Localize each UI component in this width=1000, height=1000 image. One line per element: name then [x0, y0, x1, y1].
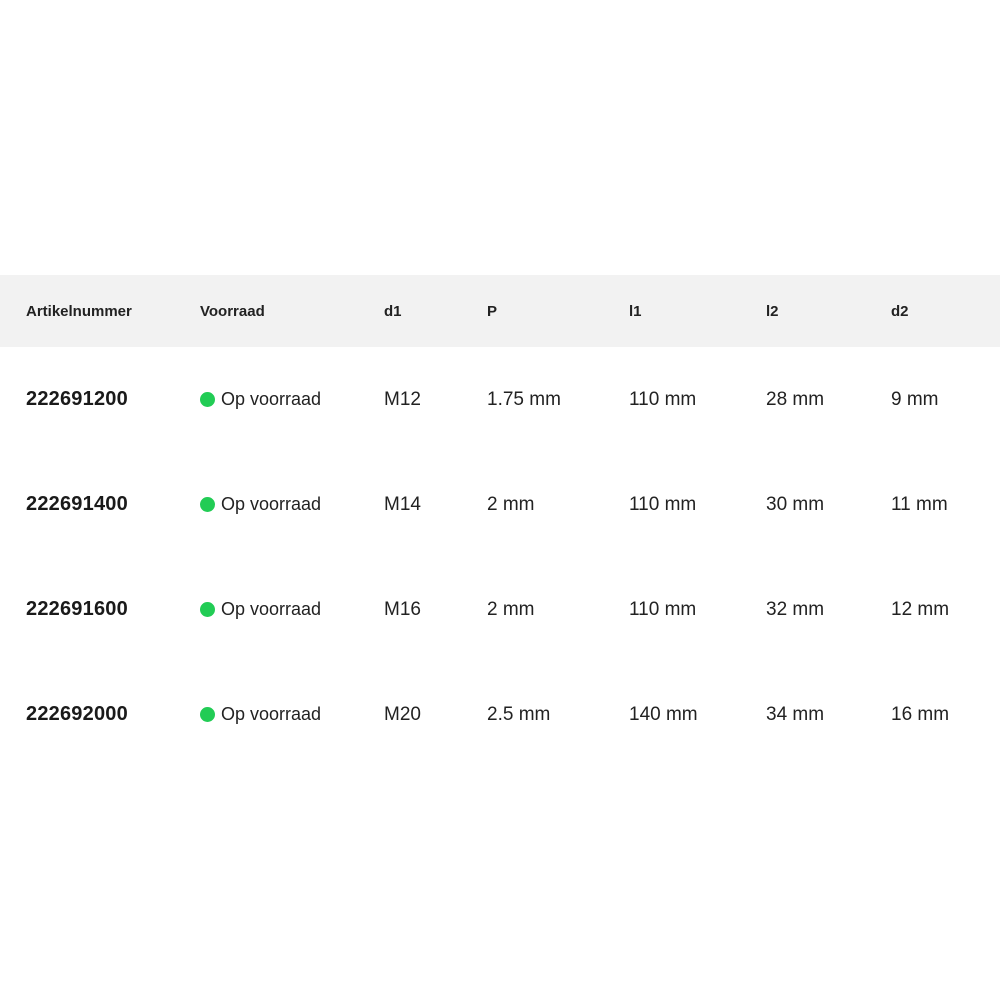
l2-value: 34 mm [766, 703, 825, 725]
l1-value: 110 mm [629, 493, 697, 515]
header-p[interactable]: P [487, 275, 497, 347]
product-table: Artikelnummer Voorraad d1 P l1 l2 d2 222… [0, 275, 1000, 767]
header-l1[interactable]: l1 [629, 275, 642, 347]
d2-value: 9 mm [891, 388, 939, 410]
article-number[interactable]: 222691600 [26, 557, 128, 662]
header-d1[interactable]: d1 [384, 275, 402, 347]
article-number[interactable]: 222692000 [26, 662, 128, 767]
stock-label: Op voorraad [221, 599, 322, 619]
header-stock[interactable]: Voorraad [200, 275, 265, 347]
stock-status: Op voorraad [200, 347, 321, 452]
l2-value: 28 mm [766, 388, 825, 410]
table-row[interactable]: 222691600 Op voorraad M16 2 mm 110 mm 32… [0, 557, 1000, 662]
d1-value: M16 [384, 598, 421, 620]
table-row[interactable]: 222691400 Op voorraad M14 2 mm 110 mm 30… [0, 452, 1000, 557]
table-row[interactable]: 222692000 Op voorraad M20 2.5 mm 140 mm … [0, 662, 1000, 767]
p-value: 2 mm [487, 493, 535, 515]
p-value: 1.75 mm [487, 388, 561, 410]
p-value: 2 mm [487, 598, 535, 620]
article-number[interactable]: 222691200 [26, 347, 128, 452]
l1-value: 110 mm [629, 388, 697, 410]
d1-value: M12 [384, 388, 421, 410]
l2-value: 32 mm [766, 598, 825, 620]
header-d2[interactable]: d2 [891, 275, 909, 347]
header-l2[interactable]: l2 [766, 275, 779, 347]
l2-value: 30 mm [766, 493, 825, 515]
stock-status: Op voorraad [200, 557, 321, 662]
stock-label: Op voorraad [221, 494, 322, 514]
header-article-number[interactable]: Artikelnummer [26, 275, 132, 347]
stock-status: Op voorraad [200, 662, 321, 767]
green-dot-icon [200, 602, 215, 617]
d1-value: M14 [384, 493, 421, 515]
stock-label: Op voorraad [221, 389, 322, 409]
stock-status: Op voorraad [200, 452, 321, 557]
d2-value: 12 mm [891, 598, 950, 620]
stock-label: Op voorraad [221, 704, 322, 724]
green-dot-icon [200, 497, 215, 512]
p-value: 2.5 mm [487, 703, 551, 725]
article-number[interactable]: 222691400 [26, 452, 128, 557]
d2-value: 16 mm [891, 703, 950, 725]
green-dot-icon [200, 707, 215, 722]
l1-value: 140 mm [629, 703, 698, 725]
green-dot-icon [200, 392, 215, 407]
d2-value: 11 mm [891, 493, 948, 515]
table-header: Artikelnummer Voorraad d1 P l1 l2 d2 [0, 275, 1000, 347]
table-row[interactable]: 222691200 Op voorraad M12 1.75 mm 110 mm… [0, 347, 1000, 452]
l1-value: 110 mm [629, 598, 697, 620]
d1-value: M20 [384, 703, 421, 725]
